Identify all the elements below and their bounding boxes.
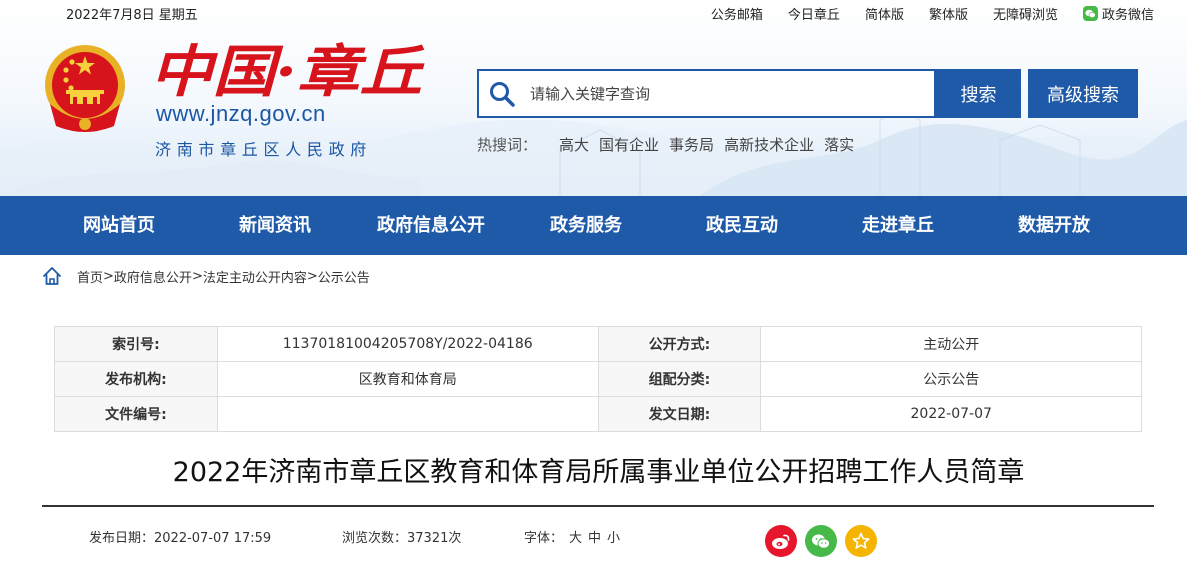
search-box <box>477 69 936 118</box>
document-info-table: 索引号: 11370181004205708Y/2022-04186 公开方式:… <box>54 326 1142 432</box>
publish-date-value: 2022-07-07 17:59 <box>154 531 272 546</box>
table-row: 发布机构: 区教育和体育局 组配分类: 公示公告 <box>54 361 1142 397</box>
issue-date-label: 发文日期: <box>597 396 762 432</box>
current-date: 2022年7月8日 星期五 <box>66 8 198 23</box>
breadcrumb-statutory-content[interactable]: 法定主动公开内容 <box>203 267 307 286</box>
link-gov-wechat-label: 政务微信 <box>1101 8 1154 23</box>
font-size-small[interactable]: 小 <box>607 531 620 546</box>
breadcrumb-announcements[interactable]: 公示公告 <box>318 267 370 286</box>
search-input[interactable] <box>530 84 920 103</box>
svg-text:中国·章丘: 中国·章丘 <box>150 39 425 103</box>
topbar-links: 公务邮箱 今日章丘 简体版 繁体版 无障碍浏览 政务微信 <box>686 4 1154 23</box>
table-row: 文件编号: 发文日期: 2022-07-07 <box>54 396 1142 432</box>
link-simplified[interactable]: 简体版 <box>865 4 904 23</box>
link-gov-wechat[interactable]: 政务微信 <box>1082 4 1154 23</box>
site-subtitle: 济南市章丘区人民政府 <box>155 140 373 159</box>
font-size-label: 字体： <box>524 531 564 546</box>
search-icon <box>490 81 515 107</box>
site-title-calligraphy: 中国·章丘 <box>150 39 425 103</box>
font-size-large[interactable]: 大 <box>569 531 582 546</box>
publishing-agency-value: 区教育和体育局 <box>216 361 599 397</box>
home-icon[interactable] <box>41 265 63 287</box>
hot-word-link[interactable]: 高新技术企业 <box>724 134 814 155</box>
nav-gov-services[interactable]: 政务服务 <box>550 196 622 255</box>
main-nav: 网站首页 新闻资讯 政府信息公开 政务服务 政民互动 走进章丘 数据开放 <box>0 196 1187 255</box>
disclosure-method-value: 主动公开 <box>760 326 1142 362</box>
nav-open-data[interactable]: 数据开放 <box>1018 196 1090 255</box>
favorite-icon[interactable] <box>845 525 877 557</box>
nav-public-interaction[interactable]: 政民互动 <box>706 196 778 255</box>
hot-word-link[interactable]: 高大 <box>559 134 589 155</box>
issue-date-value: 2022-07-07 <box>760 396 1142 432</box>
hot-search-words: 热搜词： 高大 国有企业 事务局 高新技术企业 落实 <box>477 134 864 155</box>
title-divider <box>42 505 1154 507</box>
site-url: www.jnzq.gov.cn <box>156 101 326 126</box>
disclosure-method-label: 公开方式: <box>597 326 762 362</box>
nav-about-zhangqiu[interactable]: 走进章丘 <box>862 196 934 255</box>
breadcrumb-gov-info[interactable]: 政府信息公开 <box>114 267 192 286</box>
weibo-icon[interactable] <box>765 525 797 557</box>
link-accessibility[interactable]: 无障碍浏览 <box>993 4 1058 23</box>
breadcrumb: 首页 > 政府信息公开 > 法定主动公开内容 > 公示公告 <box>41 265 370 287</box>
search-button[interactable]: 搜索 <box>936 69 1021 118</box>
site-header: 2022年7月8日 星期五 公务邮箱 今日章丘 简体版 繁体版 无障碍浏览 政务… <box>0 0 1187 196</box>
page: 2022年7月8日 星期五 公务邮箱 今日章丘 简体版 繁体版 无障碍浏览 政务… <box>0 0 1187 561</box>
hot-search-label: 热搜词： <box>477 136 538 154</box>
hot-word-link[interactable]: 落实 <box>824 134 854 155</box>
hot-word-link[interactable]: 事务局 <box>669 134 714 155</box>
link-traditional[interactable]: 繁体版 <box>929 4 968 23</box>
index-number-label: 索引号: <box>54 326 218 362</box>
category-label: 组配分类: <box>597 361 762 397</box>
view-count-value: 37321次 <box>407 531 462 546</box>
breadcrumb-home[interactable]: 首页 <box>77 267 103 286</box>
category-value: 公示公告 <box>760 361 1142 397</box>
national-emblem-logo[interactable] <box>42 42 128 132</box>
nav-gov-info-disclosure[interactable]: 政府信息公开 <box>377 196 485 255</box>
view-count-label: 浏览次数： <box>342 531 408 546</box>
view-count-meta: 浏览次数：37321次 <box>342 527 461 546</box>
hot-word-link[interactable]: 国有企业 <box>599 134 659 155</box>
document-number-label: 文件编号: <box>54 396 218 432</box>
publish-date-label: 发布日期： <box>89 531 155 546</box>
index-number-value: 11370181004205708Y/2022-04186 <box>216 326 599 362</box>
table-row: 索引号: 11370181004205708Y/2022-04186 公开方式:… <box>54 326 1142 362</box>
publishing-agency-label: 发布机构: <box>54 361 218 397</box>
nav-home[interactable]: 网站首页 <box>83 196 155 255</box>
link-gov-mail[interactable]: 公务邮箱 <box>711 4 763 23</box>
article-title: 2022年济南市章丘区教育和体育局所属事业单位公开招聘工作人员简章 <box>172 457 1025 488</box>
wechat-small-icon <box>1082 6 1098 21</box>
document-number-value <box>216 396 599 432</box>
nav-news[interactable]: 新闻资讯 <box>239 196 311 255</box>
publish-date-meta: 发布日期：2022-07-07 17:59 <box>89 527 271 546</box>
wechat-icon[interactable] <box>805 525 837 557</box>
advanced-search-button[interactable]: 高级搜索 <box>1028 69 1138 118</box>
font-size-meta: 字体： 大中小 <box>524 527 620 546</box>
link-today-zhangqiu[interactable]: 今日章丘 <box>788 4 840 23</box>
font-size-medium[interactable]: 中 <box>588 531 601 546</box>
